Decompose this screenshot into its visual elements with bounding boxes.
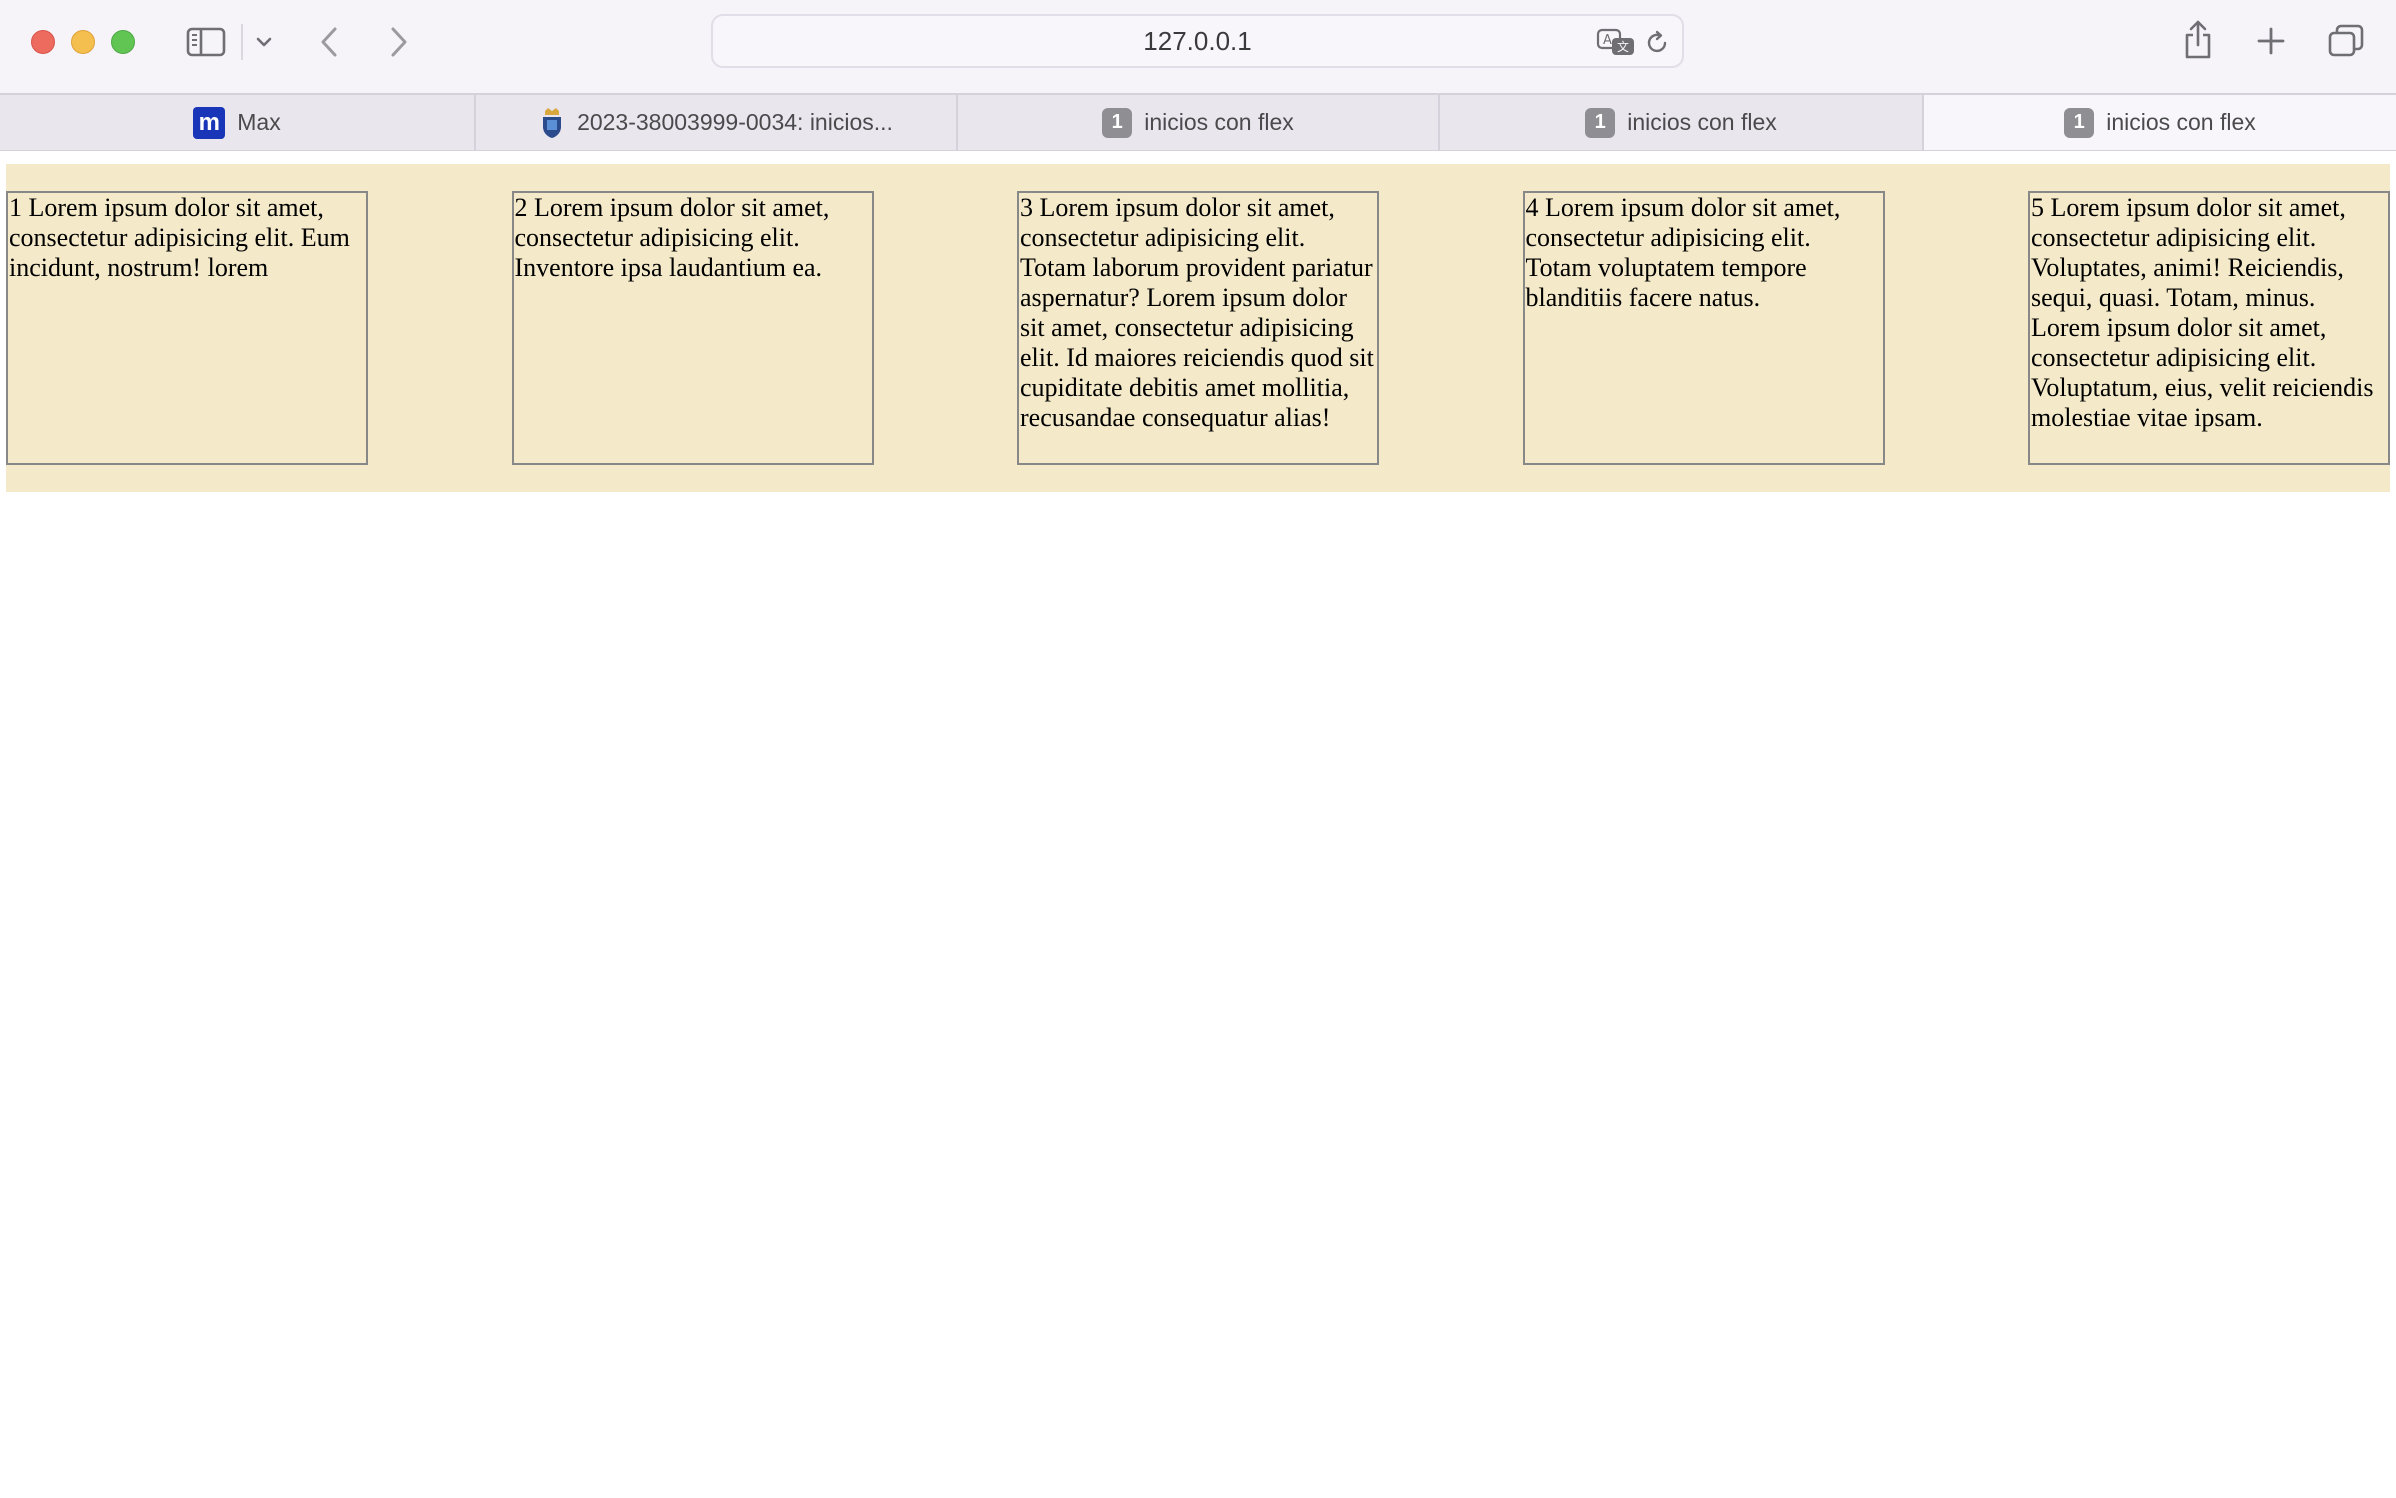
max-favicon: m <box>193 106 226 139</box>
tab-inicios-con-flex-active[interactable]: 1 inicios con flex <box>1924 95 2396 150</box>
tab-bar: m Max 2023-38003999-0034: inicios... 1 i… <box>0 93 2396 151</box>
tab-label: inicios con flex <box>1627 109 1777 135</box>
tab-label: 2023-38003999-0034: inicios... <box>577 109 893 135</box>
zoom-window-button[interactable] <box>111 30 135 54</box>
flex-item-1: 1 Lorem ipsum dolor sit amet, consectetu… <box>6 191 368 465</box>
address-url: 127.0.0.1 <box>1143 25 1252 56</box>
tab-label: Max <box>237 109 281 135</box>
new-tab-icon[interactable] <box>2254 24 2288 58</box>
flex-item-4: 4 Lorem ipsum dolor sit amet, consectetu… <box>1522 191 1885 465</box>
crest-icon <box>539 107 565 139</box>
tab-inicios-con-flex-2[interactable]: 1 inicios con flex <box>1440 95 1924 150</box>
share-icon[interactable] <box>2180 18 2216 62</box>
favicon-badge: 1 <box>2064 107 2095 138</box>
tab-expediente[interactable]: 2023-38003999-0034: inicios... <box>476 95 958 150</box>
favicon-badge: 1 <box>1585 107 1616 138</box>
close-window-button[interactable] <box>31 30 55 54</box>
svg-text:A: A <box>1603 33 1612 48</box>
flex-container: 1 Lorem ipsum dolor sit amet, consectetu… <box>6 164 2390 492</box>
minimize-window-button[interactable] <box>71 30 95 54</box>
flex-item-3: 3 Lorem ipsum dolor sit amet, consectetu… <box>1017 191 1379 465</box>
tab-max[interactable]: m Max <box>0 95 476 150</box>
flex-item-5: 5 Lorem ipsum dolor sit amet, consectetu… <box>2028 191 2390 465</box>
flex-item-2: 2 Lorem ipsum dolor sit amet, consectetu… <box>511 191 874 465</box>
toolbar-divider <box>241 24 243 60</box>
tab-overview-icon[interactable] <box>2326 22 2366 60</box>
forward-icon[interactable] <box>384 22 414 62</box>
reload-icon[interactable] <box>1642 28 1672 58</box>
favicon-badge: 1 <box>1102 107 1133 138</box>
translate-icon[interactable]: A 文 <box>1594 26 1638 58</box>
browser-toolbar: 127.0.0.1 A 文 <box>0 0 2396 93</box>
tab-inicios-con-flex-1[interactable]: 1 inicios con flex <box>958 95 1440 150</box>
svg-text:文: 文 <box>1617 39 1629 54</box>
back-icon[interactable] <box>314 22 344 62</box>
sidebar-icon[interactable] <box>184 24 228 60</box>
address-bar[interactable]: 127.0.0.1 A 文 <box>711 14 1684 68</box>
tab-label: inicios con flex <box>1144 109 1294 135</box>
tab-label: inicios con flex <box>2106 109 2256 135</box>
chevron-down-icon[interactable] <box>252 30 276 54</box>
